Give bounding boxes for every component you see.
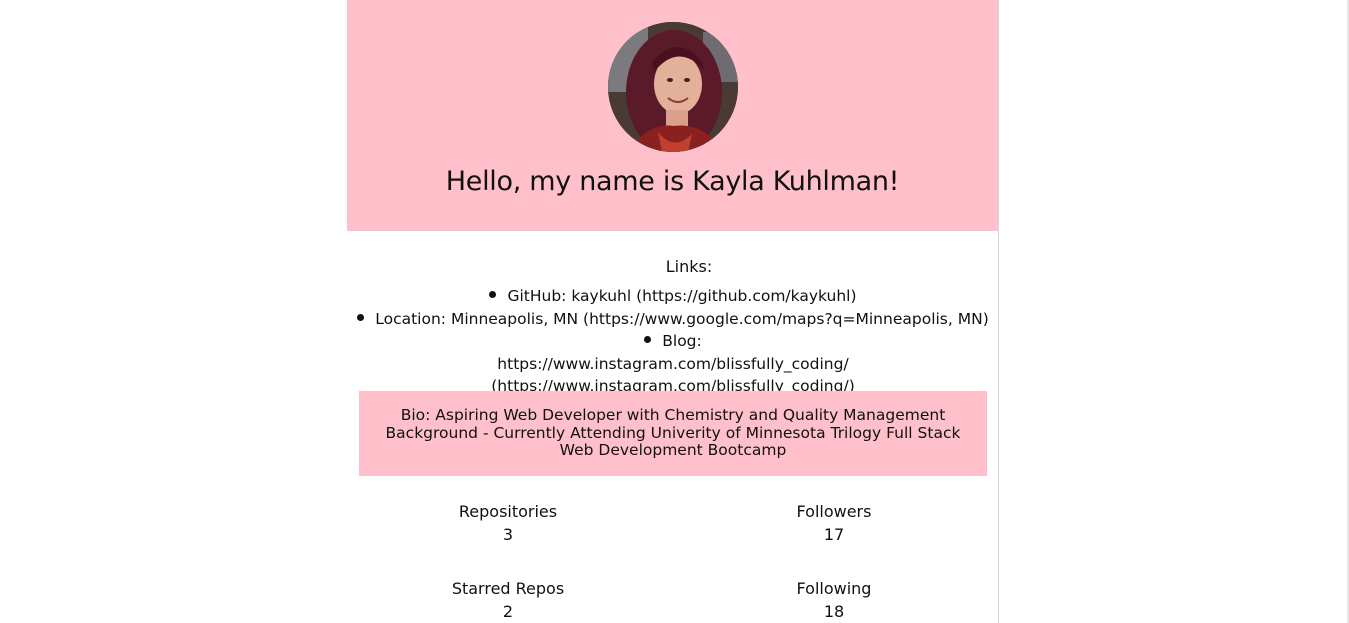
- location-link[interactable]: Location: Minneapolis, MN (https://www.g…: [375, 310, 989, 328]
- stat-label: Repositories: [458, 502, 558, 521]
- stat-value: 3: [502, 525, 514, 544]
- list-item-location: Location: Minneapolis, MN (https://www.g…: [347, 308, 999, 331]
- bio-box: Bio: Aspiring Web Developer with Chemist…: [359, 391, 987, 476]
- stat-label: Followers: [796, 502, 872, 521]
- stat-label: Following: [796, 579, 872, 598]
- list-item-blog: Blog: https://www.instagram.com/blissful…: [347, 330, 999, 398]
- bullet-icon: [489, 291, 497, 298]
- github-link[interactable]: GitHub: kaykuhl (https://github.com/kayk…: [507, 287, 856, 305]
- stat-following: Following 18: [734, 577, 934, 623]
- bio-text: Bio: Aspiring Web Developer with Chemist…: [385, 406, 961, 459]
- bullet-icon: [644, 336, 652, 343]
- stat-value: 18: [823, 602, 845, 621]
- list-item-github: GitHub: kaykuhl (https://github.com/kayk…: [347, 285, 999, 308]
- profile-card: Hello, my name is Kayla Kuhlman! Links: …: [347, 0, 999, 623]
- stat-followers: Followers 17: [734, 500, 934, 546]
- stat-starred-repos: Starred Repos 2: [408, 577, 608, 623]
- profile-header: Hello, my name is Kayla Kuhlman!: [347, 0, 998, 231]
- bullet-icon: [357, 313, 365, 321]
- avatar: [608, 22, 738, 152]
- links-list: GitHub: kaykuhl (https://github.com/kayk…: [347, 285, 999, 398]
- links-heading: Links:: [665, 257, 713, 276]
- blog-link[interactable]: Blog: https://www.instagram.com/blissful…: [491, 332, 855, 395]
- profile-photo-icon: [608, 22, 738, 152]
- page-title: Hello, my name is Kayla Kuhlman!: [445, 166, 900, 197]
- stat-value: 2: [502, 602, 514, 621]
- stat-label: Starred Repos: [451, 579, 565, 598]
- stat-repositories: Repositories 3: [408, 500, 608, 546]
- stat-value: 17: [823, 525, 845, 544]
